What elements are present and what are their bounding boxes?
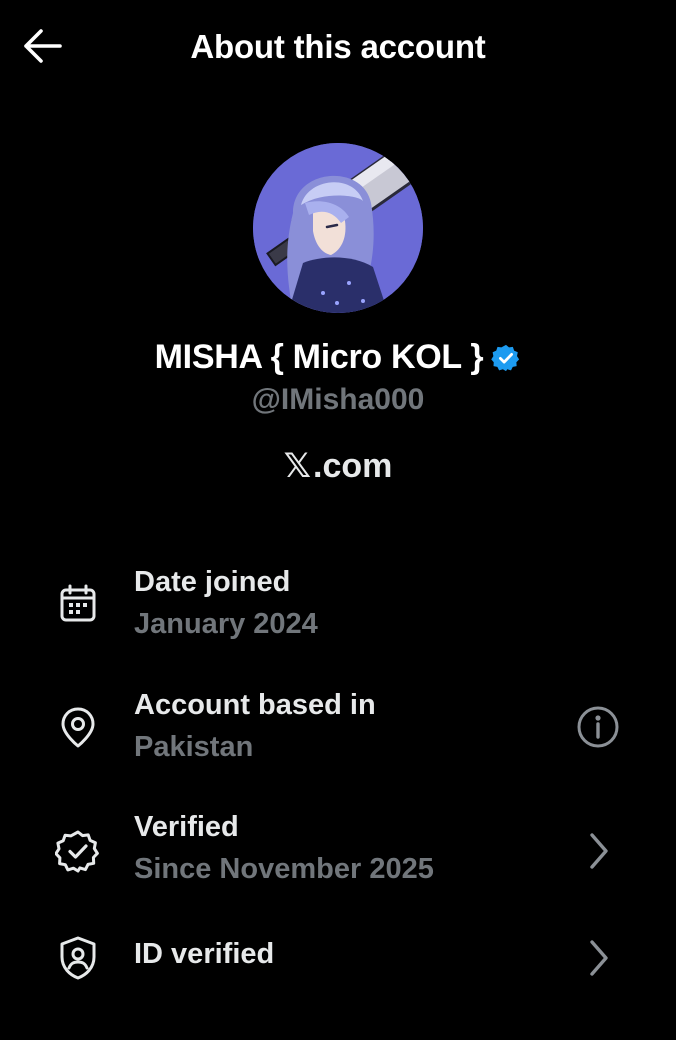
info-icon[interactable] bbox=[574, 703, 622, 751]
top-bar: About this account bbox=[0, 0, 676, 96]
display-name-row: MISHA { Micro KOL } bbox=[0, 338, 676, 377]
date-joined-row: Date joined January 2024 bbox=[0, 560, 676, 670]
chevron-right-icon[interactable] bbox=[574, 827, 622, 875]
verified-title: Verified bbox=[134, 811, 239, 843]
site-domain: .com bbox=[313, 446, 393, 485]
date-joined-value: January 2024 bbox=[134, 608, 318, 640]
verified-row[interactable]: Verified Since November 2025 bbox=[0, 805, 676, 915]
account-location-title: Account based in bbox=[134, 689, 376, 721]
avatar-illustration bbox=[253, 143, 423, 313]
date-joined-title: Date joined bbox=[134, 566, 291, 598]
x-logo: 𝕏 bbox=[283, 447, 312, 485]
id-verified-title: ID verified bbox=[134, 938, 275, 970]
calendar-icon bbox=[54, 580, 102, 628]
account-location-value: Pakistan bbox=[134, 731, 254, 763]
chevron-right-icon[interactable] bbox=[574, 934, 622, 982]
handle: @IMisha000 bbox=[251, 383, 425, 416]
display-name: MISHA { Micro KOL } bbox=[154, 338, 484, 376]
verified-seal-icon bbox=[54, 827, 102, 875]
account-location-row: Account based in Pakistan bbox=[0, 683, 676, 793]
verified-since: Since November 2025 bbox=[134, 853, 434, 885]
id-shield-icon bbox=[54, 934, 102, 982]
verified-badge-icon bbox=[491, 344, 520, 371]
avatar[interactable] bbox=[253, 143, 423, 313]
location-pin-icon bbox=[54, 703, 102, 751]
site-row: 𝕏 .com bbox=[0, 446, 676, 486]
page-title: About this account bbox=[190, 28, 486, 65]
